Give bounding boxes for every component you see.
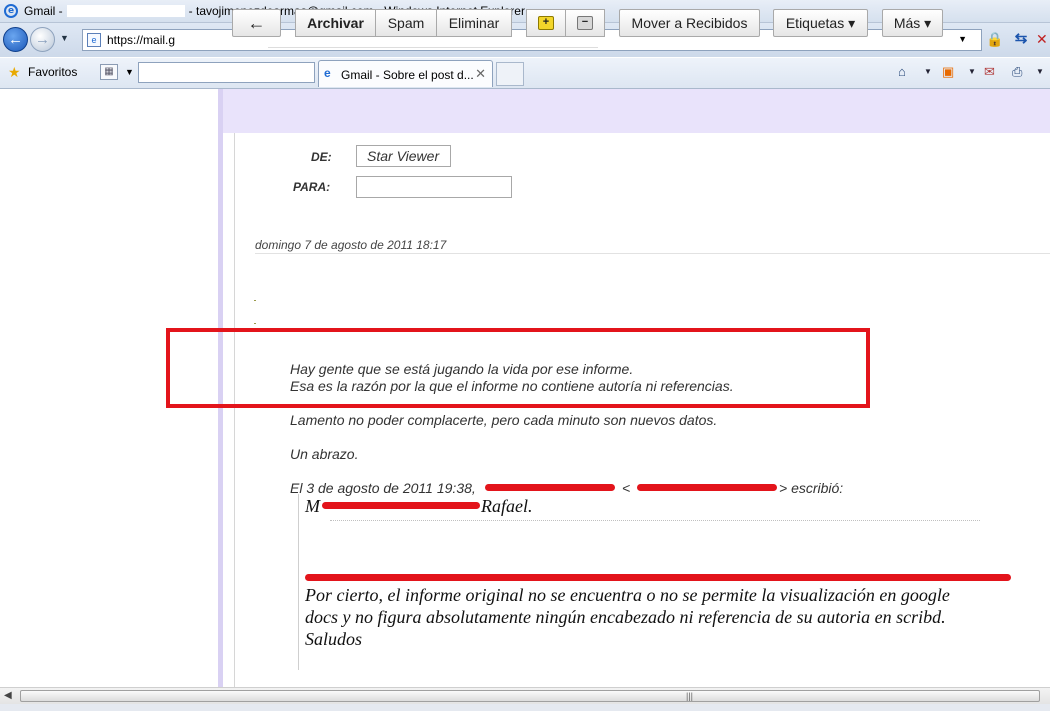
forward-button[interactable]: →	[30, 27, 55, 52]
back-arrow-icon: ←	[8, 31, 23, 48]
home-dropdown-icon[interactable]: ▼	[924, 67, 932, 76]
scroll-left-icon[interactable]: ◀	[4, 690, 12, 701]
faint-divider	[330, 520, 980, 522]
to-field[interactable]	[356, 176, 512, 198]
feed-dropdown-icon[interactable]: ▼	[968, 67, 976, 76]
print-icon[interactable]: ⎙	[1012, 64, 1022, 80]
to-label: PARA:	[293, 180, 331, 194]
archive-button[interactable]: Archivar	[295, 9, 376, 37]
more-button[interactable]: Más ▾	[882, 9, 943, 37]
spam-button[interactable]: Spam	[375, 9, 437, 37]
redaction-mark	[485, 484, 615, 491]
body-line-4: Un abrazo.	[290, 446, 359, 462]
stray-mark	[254, 300, 256, 301]
redaction-mark	[637, 484, 777, 491]
quote-header-left: El 3 de agosto de 2011 19:38,	[290, 480, 476, 496]
favorites-star-icon[interactable]: ★	[8, 64, 21, 81]
stop-icon[interactable]: ✕	[1036, 28, 1050, 50]
highlight-frame	[166, 328, 870, 408]
horizontal-scrollbar[interactable]: ◀ |||	[0, 687, 1050, 705]
url-text: https://mail.g	[107, 33, 176, 47]
mail-icon[interactable]: ✉	[984, 64, 995, 80]
quoted-first-char: M	[305, 496, 320, 516]
lock-icon[interactable]: 🔒	[986, 30, 1003, 48]
quoted-line-3: Saludos	[305, 629, 363, 649]
quoted-line-1: Por cierto, el informe original no se en…	[305, 585, 950, 605]
favorites-field[interactable]	[138, 62, 315, 83]
quoted-name: Rafael.	[481, 496, 533, 516]
delete-button[interactable]: Eliminar	[436, 9, 512, 37]
quote-header-mid: <	[622, 480, 631, 496]
date-divider	[255, 253, 1050, 254]
move-to-inbox-button[interactable]: Mover a Recibidos	[619, 9, 760, 37]
favorites-bar: ★ Favoritos ▦ ▼ e Gmail - Sobre el post …	[0, 58, 1050, 89]
internet-explorer-icon: e	[4, 4, 18, 18]
print-dropdown-icon[interactable]: ▼	[1036, 67, 1044, 76]
tab-list-dropdown-icon[interactable]: ▼	[125, 67, 134, 77]
title-redaction	[66, 5, 185, 17]
message-date: domingo 7 de agosto de 2011 18:17	[255, 238, 447, 252]
minus-icon: −	[577, 16, 593, 30]
tab-title: Gmail - Sobre el post d...	[341, 68, 474, 82]
add-star-button[interactable]: +	[526, 9, 566, 37]
url-dropdown-icon[interactable]: ▼	[958, 34, 967, 44]
home-icon[interactable]: ⌂	[898, 64, 906, 79]
scrollbar-grip-icon: |||	[686, 691, 694, 701]
tab-close-icon[interactable]: ✕	[475, 66, 486, 82]
scrollbar-thumb[interactable]: |||	[20, 690, 1040, 702]
remove-button[interactable]: −	[565, 9, 605, 37]
history-dropdown-icon[interactable]: ▼	[60, 33, 69, 43]
stray-mark	[254, 323, 256, 324]
from-value: Star Viewer	[367, 148, 440, 164]
forward-arrow-icon: →	[35, 31, 50, 48]
favorites-button[interactable]: Favoritos	[28, 65, 77, 79]
from-field[interactable]: Star Viewer	[356, 145, 451, 167]
back-to-inbox-button[interactable]: ←	[232, 9, 281, 37]
quote-header-right: > escribió:	[779, 480, 844, 496]
message-left-border	[234, 133, 235, 687]
quoted-line-2: docs y no figura absolutamente ningún en…	[305, 607, 946, 627]
from-label: DE:	[311, 150, 332, 164]
tab-gmail[interactable]: e Gmail - Sobre el post d... ✕	[318, 60, 493, 87]
status-bar	[0, 704, 1050, 711]
message-toolbar	[223, 89, 1050, 133]
back-arrow-icon: ←	[247, 12, 266, 33]
rss-feed-icon[interactable]: ▣	[942, 64, 954, 80]
body-line-3: Lamento no poder complacerte, pero cada …	[290, 412, 718, 428]
quote-bar	[298, 494, 299, 670]
redaction-mark	[305, 574, 1011, 581]
labels-button[interactable]: Etiquetas ▾	[773, 9, 868, 37]
new-tab-button[interactable]	[496, 62, 524, 86]
redaction-mark	[322, 502, 480, 509]
tab-ie-icon: e	[324, 66, 331, 80]
page-icon: e	[87, 33, 101, 47]
quick-tabs-icon[interactable]: ▦	[100, 64, 118, 80]
back-button[interactable]: ←	[3, 27, 28, 52]
window-title-prefix: Gmail -	[24, 4, 63, 18]
refresh-icon[interactable]: ⇆	[1010, 28, 1032, 50]
plus-icon: +	[538, 16, 554, 30]
